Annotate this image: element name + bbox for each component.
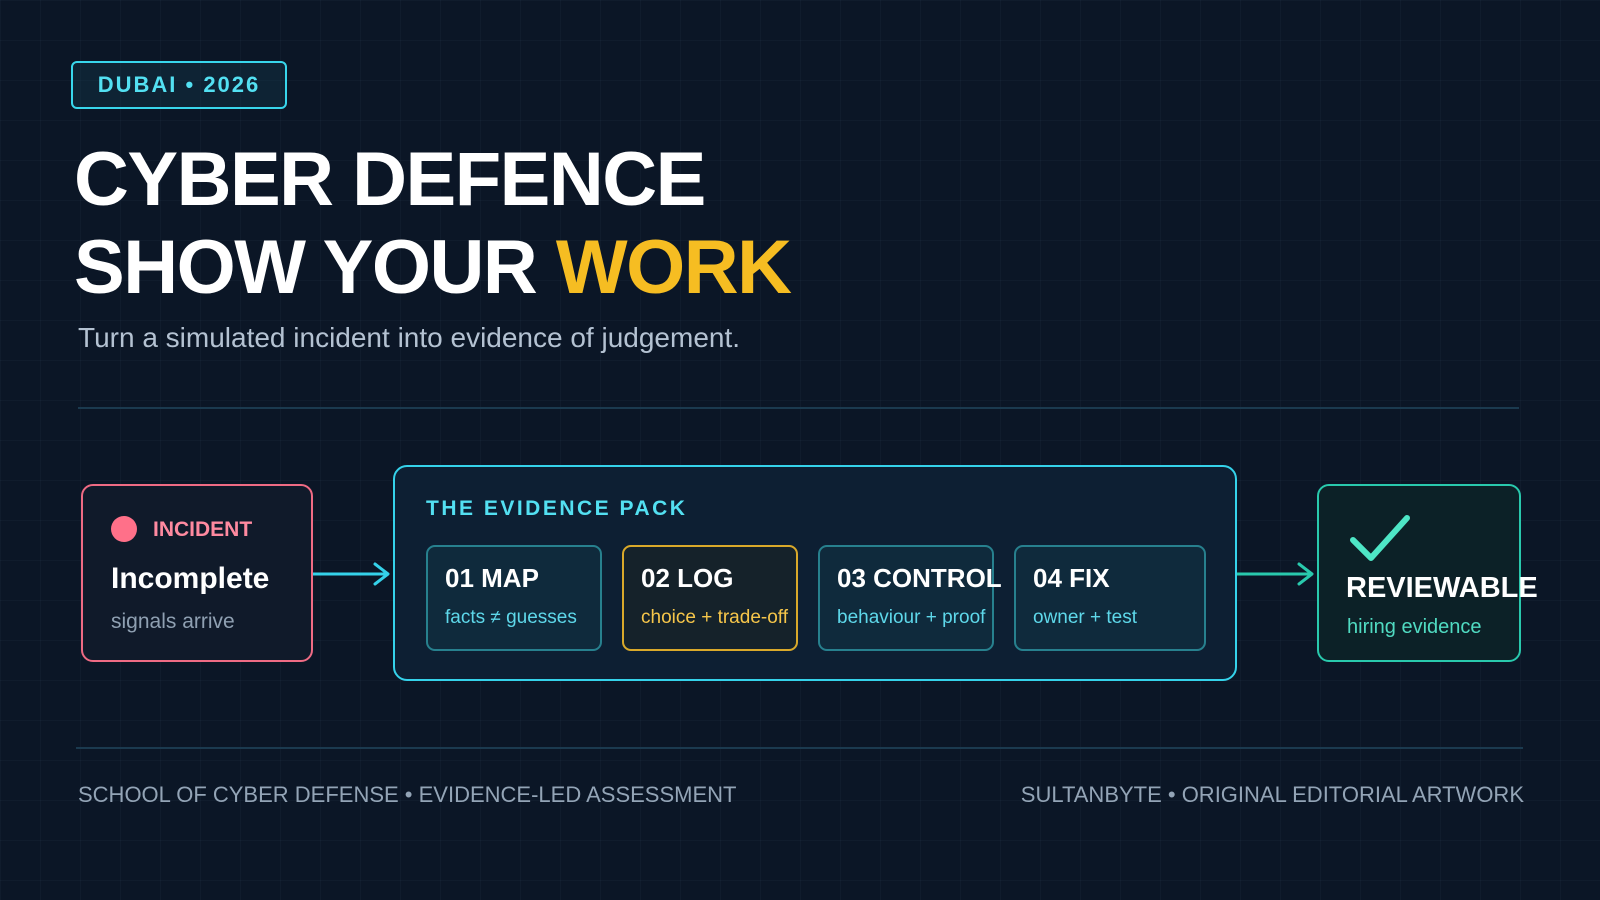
step-subtitle: behaviour + proof bbox=[837, 607, 986, 628]
step-subtitle: choice + trade-off bbox=[641, 607, 788, 628]
step-subtitle: facts ≠ guesses bbox=[445, 607, 577, 628]
page-title: CYBER DEFENCE SHOW YOUR WORK bbox=[74, 136, 792, 312]
incident-title: Incomplete bbox=[111, 562, 270, 595]
arrow-right-icon bbox=[313, 562, 390, 586]
step-label: 04 FIX bbox=[1033, 563, 1110, 593]
title-accent-word: WORK bbox=[555, 225, 792, 310]
reviewable-subtitle: hiring evidence bbox=[1347, 616, 1482, 638]
evidence-pack-title: THE EVIDENCE PACK bbox=[426, 497, 688, 520]
badge-label: DUBAI • 2026 bbox=[97, 72, 261, 97]
arrow-right-icon bbox=[1237, 562, 1314, 586]
step-label: 03 CONTROL bbox=[837, 563, 1002, 593]
divider-bottom bbox=[76, 747, 1523, 749]
title-line-2: SHOW YOUR WORK bbox=[74, 224, 792, 312]
step-card-fix: 04 FIX owner + test bbox=[1014, 545, 1206, 651]
alert-dot-icon bbox=[111, 516, 137, 542]
incident-subtitle: signals arrive bbox=[111, 610, 235, 633]
incident-tag: INCIDENT bbox=[153, 518, 253, 541]
checkmark-icon bbox=[1350, 515, 1410, 561]
step-subtitle: owner + test bbox=[1033, 607, 1138, 628]
reviewable-card: REVIEWABLE hiring evidence bbox=[1317, 484, 1538, 662]
title-line-2-prefix: SHOW YOUR bbox=[74, 225, 556, 310]
incident-card: INCIDENT Incomplete signals arrive bbox=[81, 484, 313, 662]
title-line-1: CYBER DEFENCE bbox=[74, 137, 706, 222]
location-year-badge: DUBAI • 2026 bbox=[71, 61, 287, 109]
page-subtitle: Turn a simulated incident into evidence … bbox=[78, 322, 741, 353]
footer-left-text: SCHOOL OF CYBER DEFENSE • EVIDENCE-LED A… bbox=[78, 782, 737, 807]
reviewable-title: REVIEWABLE bbox=[1346, 572, 1538, 604]
step-card-map: 01 MAP facts ≠ guesses bbox=[426, 545, 602, 651]
step-card-log: 02 LOG choice + trade-off bbox=[622, 545, 798, 651]
step-card-control: 03 CONTROL behaviour + proof bbox=[818, 545, 1002, 651]
divider-top bbox=[78, 407, 1519, 409]
step-label: 02 LOG bbox=[641, 563, 734, 593]
evidence-pack-panel: THE EVIDENCE PACK 01 MAP facts ≠ guesses… bbox=[393, 465, 1237, 681]
step-label: 01 MAP bbox=[445, 563, 539, 593]
footer-right-text: SULTANBYTE • ORIGINAL EDITORIAL ARTWORK bbox=[1020, 782, 1524, 807]
